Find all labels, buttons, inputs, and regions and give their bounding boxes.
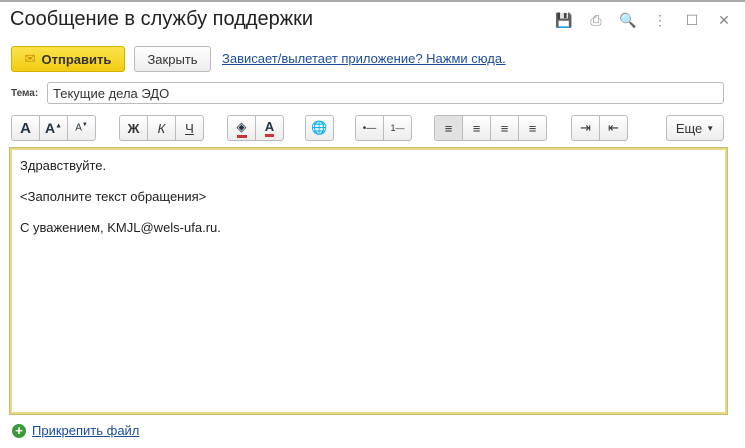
insert-group: 🌐 <box>305 115 334 141</box>
outdent-icon: ⇤ <box>608 120 619 135</box>
close-button[interactable]: Закрыть <box>134 46 211 72</box>
indent-group: ⇥ ⇤ <box>571 115 628 141</box>
decrease-font-button[interactable]: A▼ <box>67 115 96 141</box>
more-button[interactable]: Еще ▼ <box>666 115 724 141</box>
envelope-icon: ✉ <box>24 51 36 66</box>
attach-file-link[interactable]: Прикрепить файл <box>32 423 139 438</box>
justify-icon: ≡ <box>528 120 537 136</box>
justify-button[interactable]: ≡ <box>518 115 547 141</box>
more-label: Еще <box>675 120 703 136</box>
font-color-button[interactable]: A <box>255 115 284 141</box>
preview-icon[interactable]: 🔍 <box>619 12 637 29</box>
list-group: •— 1— <box>355 115 412 141</box>
align-right-button[interactable]: ≡ <box>490 115 519 141</box>
numbered-list-button[interactable]: 1— <box>383 115 412 141</box>
align-center-icon: ≡ <box>472 120 481 136</box>
numbered-list-icon: 1— <box>390 123 405 133</box>
bold-button[interactable]: Ж <box>119 115 148 141</box>
attach-file[interactable]: + Прикрепить файл <box>12 423 139 438</box>
print-icon[interactable]: ⎙ <box>587 12 605 29</box>
maximize-icon[interactable]: ☐ <box>683 12 701 29</box>
italic-button[interactable]: К <box>147 115 176 141</box>
send-label: Отправить <box>41 51 112 67</box>
paint-bucket-icon: ◈ <box>236 119 247 138</box>
editor-line: Здравствуйте. <box>20 158 107 173</box>
more-group: Еще ▼ <box>666 115 724 141</box>
top-border <box>0 0 745 2</box>
align-left-icon: ≡ <box>444 120 453 136</box>
globe-icon: 🌐 <box>311 120 328 135</box>
indent-button[interactable]: ⇥ <box>571 115 600 141</box>
font-size-group: A A▲ A▼ <box>11 115 96 141</box>
underline-button[interactable]: Ч <box>175 115 204 141</box>
fill-color-button[interactable]: ◈ <box>227 115 256 141</box>
window-controls: 💾 ⎙ 🔍 ⋮ ☐ ✕ <box>555 12 733 29</box>
outdent-button[interactable]: ⇤ <box>599 115 628 141</box>
plus-icon: + <box>12 423 26 438</box>
editor-line: С уважением, KMJL@wels-ufa.ru. <box>20 220 221 235</box>
color-group: ◈ A <box>227 115 284 141</box>
bullet-list-icon: •— <box>362 122 377 134</box>
more-icon[interactable]: ⋮ <box>651 12 669 29</box>
send-button[interactable]: ✉ Отправить <box>11 46 125 72</box>
insert-link-button[interactable]: 🌐 <box>305 115 334 141</box>
subject-input[interactable]: Текущие дела ЭДО <box>47 82 724 104</box>
align-right-icon: ≡ <box>500 120 509 136</box>
save-icon[interactable]: 💾 <box>555 12 573 29</box>
help-link[interactable]: Зависает/вылетает приложение? Нажми сюда… <box>222 51 506 66</box>
bullet-list-button[interactable]: •— <box>355 115 384 141</box>
chevron-down-icon: ▼ <box>706 123 715 133</box>
close-icon[interactable]: ✕ <box>715 12 733 29</box>
window-title: Сообщение в службу поддержки <box>10 8 314 30</box>
style-group: Ж К Ч <box>119 115 204 141</box>
align-left-button[interactable]: ≡ <box>434 115 463 141</box>
editor-line: <Заполните текст обращения> <box>20 189 207 204</box>
font-button[interactable]: A <box>11 115 40 141</box>
message-editor[interactable]: Здравствуйте. <Заполните текст обращения… <box>9 147 728 415</box>
indent-icon: ⇥ <box>580 120 591 135</box>
subject-label: Тема: <box>11 88 39 99</box>
align-center-button[interactable]: ≡ <box>462 115 491 141</box>
align-group: ≡ ≡ ≡ ≡ <box>434 115 547 141</box>
increase-font-button[interactable]: A▲ <box>39 115 68 141</box>
